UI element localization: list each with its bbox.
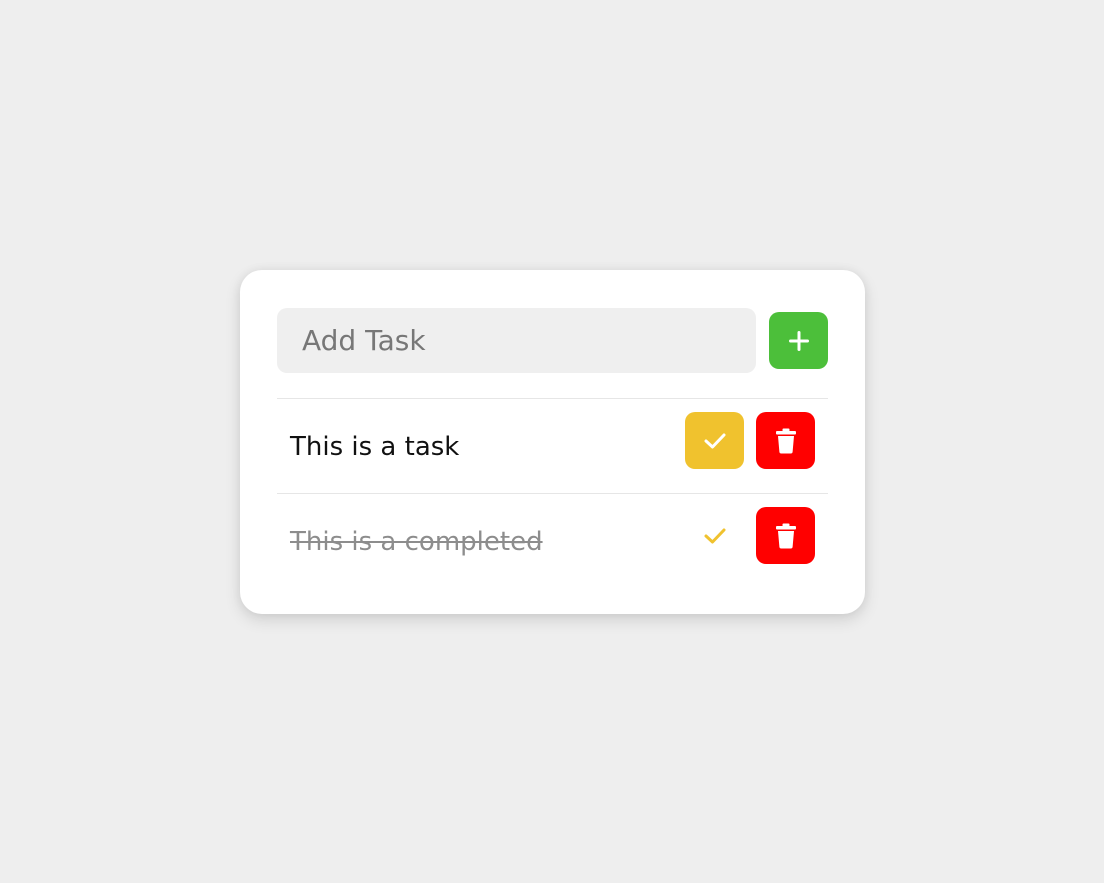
- add-task-input[interactable]: [277, 308, 756, 373]
- task-item: This is a task: [277, 399, 828, 494]
- todo-card: This is a task This is a completed: [240, 270, 865, 614]
- complete-task-button[interactable]: [685, 507, 744, 564]
- trash-icon: [775, 523, 797, 549]
- trash-icon: [775, 428, 797, 454]
- check-icon: [703, 527, 727, 545]
- delete-task-button[interactable]: [756, 507, 815, 564]
- complete-task-button[interactable]: [685, 412, 744, 469]
- task-item-completed: This is a completed: [277, 494, 828, 589]
- delete-task-button[interactable]: [756, 412, 815, 469]
- add-task-button[interactable]: [769, 312, 828, 369]
- add-task-row: [277, 308, 828, 373]
- check-icon: [703, 432, 727, 450]
- task-text: This is a completed: [290, 526, 543, 557]
- task-text: This is a task: [290, 431, 460, 462]
- plus-icon: [788, 330, 810, 352]
